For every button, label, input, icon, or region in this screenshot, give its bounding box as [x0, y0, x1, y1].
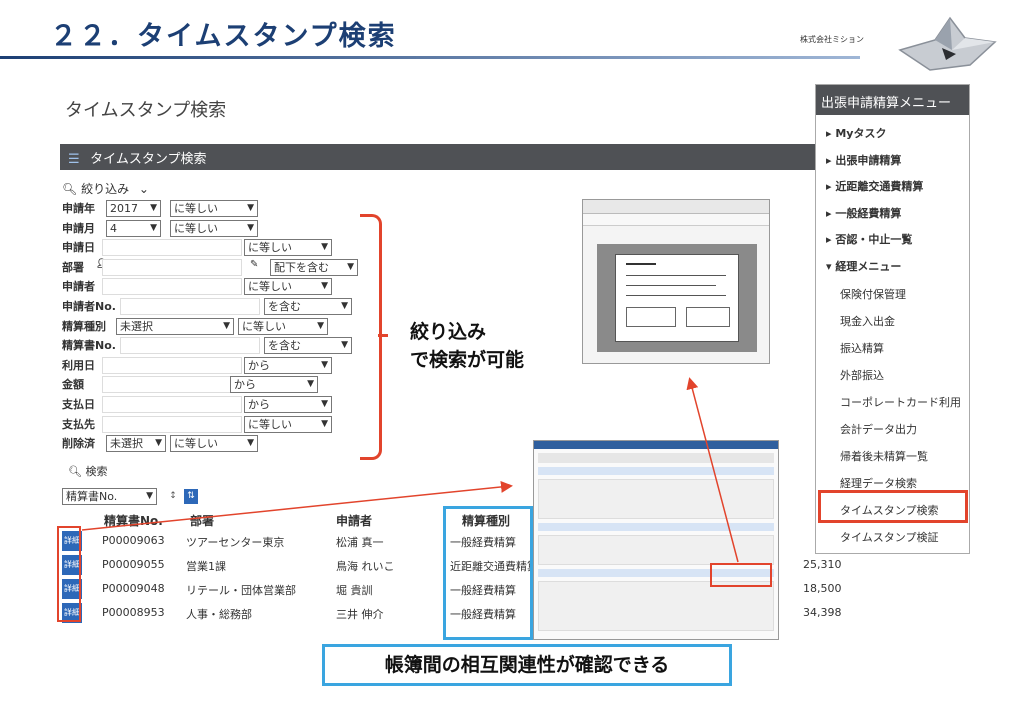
link-arrows — [81, 377, 739, 563]
ledger-callout: 帳簿間の相互関連性が確認できる — [322, 644, 732, 686]
